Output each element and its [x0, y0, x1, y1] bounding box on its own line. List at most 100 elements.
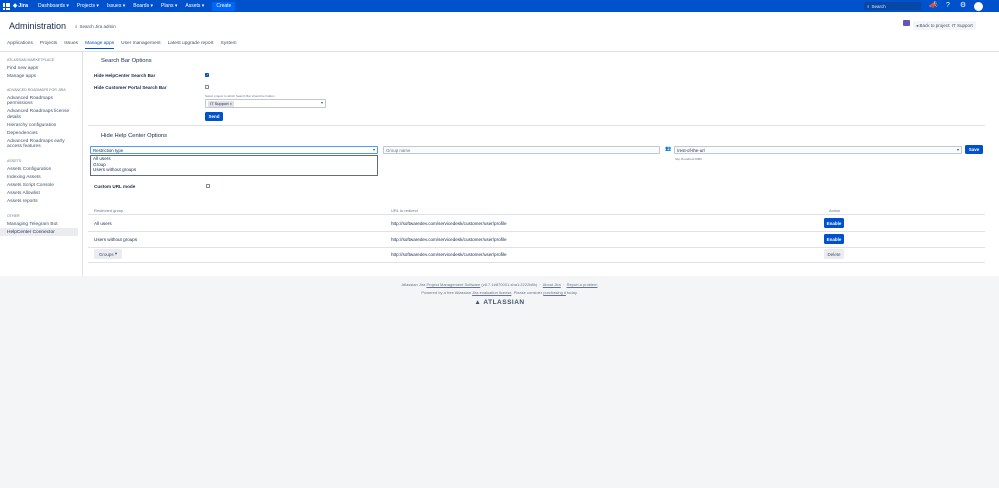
sidebar-heading-marketplace: ATLASSIAN MARKETPLACE	[7, 58, 55, 62]
save-button[interactable]: Save	[965, 145, 983, 154]
table-header-divider	[88, 214, 985, 215]
custom-url-mode-label: Custom URL mode	[94, 184, 136, 189]
section-divider	[88, 125, 985, 126]
admin-panel: Administration ⌕ Search Jira admin ◂ Bac…	[0, 12, 999, 276]
menu-plans[interactable]: Plans ▾	[161, 3, 177, 9]
sidebar-item-roadmaps-license[interactable]: Advanced Roadmaps license details	[0, 108, 78, 121]
global-search-input[interactable]: ⌕ Search	[864, 2, 921, 10]
hide-portal-search-checkbox[interactable]	[205, 85, 209, 89]
create-button[interactable]: Create	[212, 1, 236, 11]
url-hint: http://localhost:8080	[675, 157, 702, 161]
hide-helpcenter-search-label: Hide HelpCenter Search Bar	[94, 73, 156, 78]
row-divider	[88, 261, 985, 262]
hide-portal-search-label: Hide Customer Portal Search Bar	[94, 85, 167, 90]
arrow-left-icon: ◂	[916, 22, 919, 28]
hide-helpcenter-search-checkbox[interactable]: ✓	[205, 73, 209, 77]
search-icon: ⌕	[75, 24, 78, 29]
footer-about-link[interactable]: About Jira	[543, 282, 561, 287]
enable-button[interactable]: Enable	[824, 234, 844, 244]
sidebar-item-find-new-apps[interactable]: Find new apps	[0, 64, 78, 72]
tab-issues[interactable]: Issues	[64, 41, 78, 49]
gear-icon[interactable]: ⚙	[959, 2, 967, 10]
sidebar-item-indexing-assets[interactable]: Indexing Assets	[0, 173, 78, 181]
project-select-hint: Select project to which Search Bar shoul…	[205, 94, 275, 98]
tab-manage-apps[interactable]: Manage apps	[85, 41, 115, 49]
footer-purchase-link[interactable]: purchasing it	[543, 290, 566, 295]
option-users-without-groups[interactable]: Users without groups	[91, 167, 377, 173]
tab-applications[interactable]: Applications	[7, 41, 33, 49]
back-to-project-button[interactable]: ◂ Back to project: IT Support	[913, 21, 976, 30]
row-group: Users without groups	[94, 237, 138, 242]
row-url: http://softwaredev.com/servicedesk/custo…	[391, 221, 507, 226]
jira-logo[interactable]: ◆ Jira	[13, 3, 28, 9]
top-navigation-bar: ◆ Jira Dashboards ▾ Projects ▾ Issues ▾ …	[0, 0, 999, 12]
enable-button[interactable]: Enable	[824, 218, 844, 228]
tab-user-management[interactable]: User management	[121, 41, 160, 49]
sidebar-item-hierarchy-configuration[interactable]: Hierarchy configuration	[0, 121, 78, 129]
search-bar-options-title: Search Bar Options	[101, 58, 152, 64]
chevron-down-icon: ▾	[320, 100, 323, 105]
group-name-input[interactable]: Group name	[383, 146, 660, 154]
atlassian-logo: ▲ ATLASSIAN	[474, 299, 525, 306]
tab-latest-upgrade-report[interactable]: Latest upgrade report	[168, 41, 214, 49]
footer-report-link[interactable]: Report a problem	[567, 282, 598, 287]
footer-license-link[interactable]: Jira evaluation license	[472, 290, 511, 295]
help-center-icon[interactable]	[903, 20, 910, 26]
sidebar-divider	[82, 51, 83, 276]
project-tag: IT Support ×	[208, 100, 235, 107]
redirect-url-input[interactable]: /rest-of-the-url ▾	[674, 146, 962, 154]
chevron-down-icon: ▾	[372, 147, 375, 152]
custom-url-mode-checkbox[interactable]	[206, 184, 210, 188]
row-url: http://softwaredev.com/servicedesk/custo…	[391, 252, 507, 257]
sidebar-item-assets-allowlist[interactable]: Assets Allowlist	[0, 190, 78, 198]
menu-boards[interactable]: Boards ▾	[133, 3, 153, 9]
row-divider	[88, 246, 985, 247]
main-menu: Dashboards ▾ Projects ▾ Issues ▾ Boards …	[38, 3, 204, 9]
admin-search-label: Search Jira admin	[79, 24, 116, 29]
table-header-group: Restricted group	[94, 208, 124, 213]
menu-projects[interactable]: Projects ▾	[77, 3, 99, 9]
sidebar-heading-assets: ASSETS	[7, 159, 22, 164]
row-url: http://softwaredev.com/servicedesk/custo…	[391, 237, 507, 242]
sidebar-item-managing-telegram-bot[interactable]: Managing Telegram Bot	[0, 220, 78, 228]
tab-divider	[0, 50, 999, 51]
sidebar: ATLASSIAN MARKETPLACE Find new apps Mana…	[0, 54, 82, 237]
restriction-type-select[interactable]: Restriction type ▾	[90, 146, 378, 154]
user-avatar[interactable]	[974, 1, 983, 11]
footer-pms-link[interactable]: Project Management Software	[426, 282, 480, 287]
atlassian-logo-icon: ▲	[474, 299, 482, 306]
row-group: All users	[94, 221, 112, 226]
menu-issues[interactable]: Issues ▾	[107, 3, 125, 9]
users-group-icon: 👥	[665, 146, 672, 152]
menu-assets[interactable]: Assets ▾	[185, 3, 204, 9]
sidebar-item-roadmaps-early-access[interactable]: Advanced Roadmaps early access features	[0, 138, 78, 151]
sidebar-item-dependencies[interactable]: Dependencies	[0, 129, 78, 137]
tab-projects[interactable]: Projects	[40, 41, 57, 49]
delete-button[interactable]: Delete	[824, 249, 844, 259]
footer: Atlassian Jira Project Management Softwa…	[0, 282, 999, 306]
sidebar-item-assets-script-console[interactable]: Assets Script Console	[0, 181, 78, 189]
help-center-options-title: Hide Help Center Options	[101, 133, 168, 139]
megaphone-icon[interactable]: 📣	[929, 2, 938, 10]
search-icon: ⌕	[867, 3, 870, 9]
admin-search[interactable]: ⌕ Search Jira admin	[75, 24, 116, 29]
app-switcher-icon[interactable]	[3, 2, 10, 10]
send-button[interactable]: Send	[205, 112, 223, 121]
sidebar-item-manage-apps[interactable]: Manage apps	[0, 72, 78, 80]
admin-tabs: Applications Projects Issues Manage apps…	[7, 41, 237, 49]
groups-dropdown[interactable]: Groups ▾	[94, 249, 122, 259]
chevron-down-icon: ▾	[956, 147, 959, 152]
tab-system[interactable]: System	[221, 41, 237, 49]
sidebar-heading-other: OTHER	[7, 214, 20, 219]
footer-line-1: Atlassian Jira Project Management Softwa…	[401, 282, 598, 287]
project-multiselect[interactable]: IT Support × ▾	[205, 99, 326, 108]
table-header-action: Action	[829, 208, 841, 213]
jira-logo-icon: ◆	[13, 3, 18, 9]
sidebar-item-roadmaps-permissions[interactable]: Advanced Roadmaps permissions	[0, 94, 78, 107]
help-icon[interactable]: ?	[944, 2, 952, 10]
sidebar-item-assets-configuration[interactable]: Assets Configuration	[0, 165, 78, 173]
sidebar-item-assets-reports[interactable]: Assets reports	[0, 198, 78, 206]
sidebar-heading-roadmaps: ADVANCED ROADMAPS FOR JIRA	[7, 88, 66, 93]
menu-dashboards[interactable]: Dashboards ▾	[38, 3, 69, 9]
sidebar-item-helpcenter-connector[interactable]: HelpCenter Connector	[0, 228, 78, 237]
